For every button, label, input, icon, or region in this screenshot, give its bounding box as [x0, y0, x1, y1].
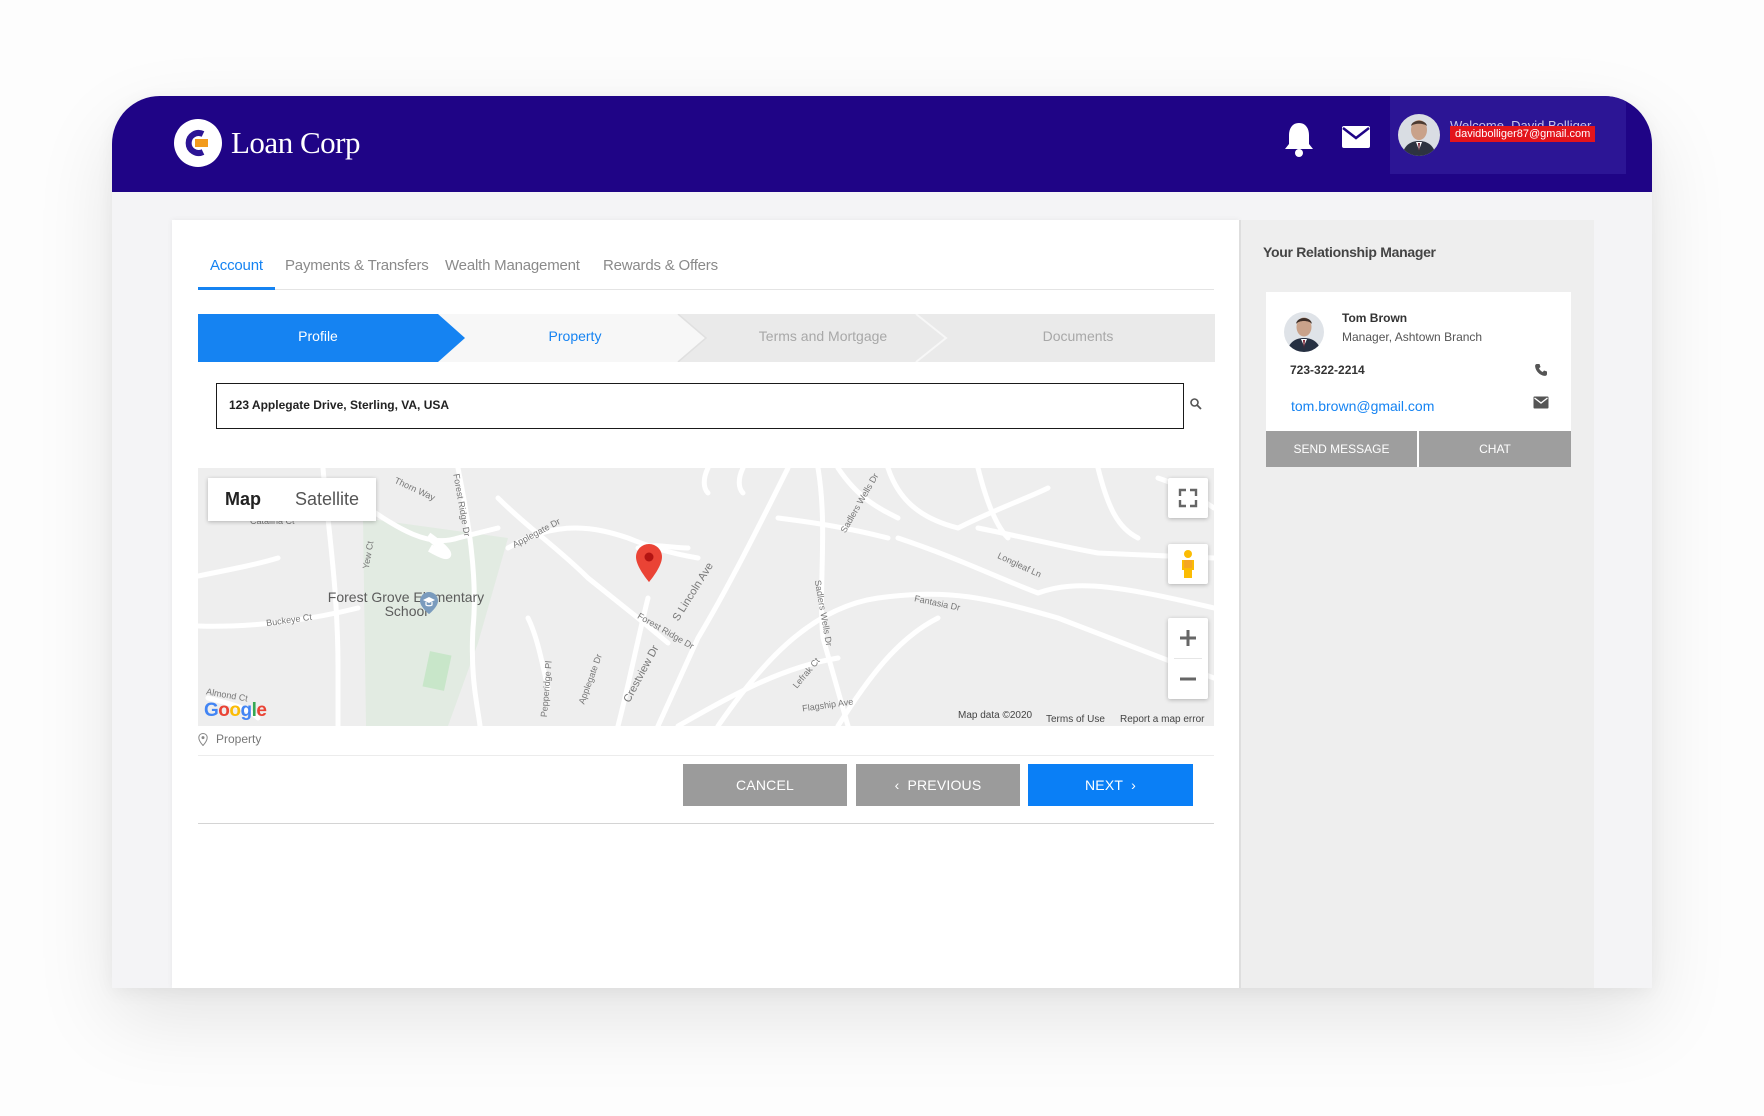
tab-wealth-management[interactable]: Wealth Management [445, 257, 580, 289]
stage: Loan Corp davidbolliger87@gmail.com Acco… [0, 0, 1764, 1116]
divider [198, 755, 1214, 756]
manager-name: Tom Brown [1342, 311, 1408, 325]
zoom-control [1168, 618, 1208, 699]
envelope-icon[interactable] [1533, 396, 1549, 409]
map-view[interactable]: Thorn Way Forest Ridge Dr Applegate Dr Y… [198, 468, 1214, 726]
divider [198, 823, 1214, 824]
chat-button[interactable]: CHAT [1419, 431, 1571, 467]
fullscreen-icon [1178, 488, 1198, 508]
location-icon [198, 732, 208, 746]
tab-payments-transfers[interactable]: Payments & Transfers [285, 257, 429, 289]
tab-bar: Account Payments & Transfers Wealth Mana… [198, 257, 1214, 290]
map-attribution-data: Map data ©2020 [958, 710, 1033, 721]
previous-label: PREVIOUS [907, 777, 982, 793]
step-property[interactable]: Property [460, 328, 690, 344]
previous-button[interactable]: ‹ PREVIOUS [856, 764, 1020, 806]
user-menu[interactable]: Welcome, David Bolliger davidbolliger87@… [1390, 96, 1626, 174]
tab-account[interactable]: Account [198, 257, 275, 290]
main-panel: Account Payments & Transfers Wealth Mana… [172, 220, 1239, 988]
map-type-toggle: Map Satellite [208, 478, 377, 521]
fullscreen-button[interactable] [1168, 478, 1208, 518]
legend-label: Property [216, 732, 262, 746]
school-marker-icon[interactable] [420, 592, 438, 614]
manager-email-link[interactable]: tom.brown@gmail.com [1291, 398, 1434, 414]
relationship-manager-panel: Your Relationship Manager Tom Brown Mana… [1239, 220, 1594, 988]
top-bar: Loan Corp davidbolliger87@gmail.com [112, 96, 1652, 192]
map-report-error-link[interactable]: Report a map error [1120, 714, 1204, 725]
search-icon[interactable] [1189, 397, 1203, 411]
step-documents[interactable]: Documents [958, 328, 1198, 344]
section-title: Your Relationship Manager [1263, 244, 1436, 260]
progress-steps: Profile Property Terms and Mortgage Docu… [198, 314, 1215, 362]
zoom-in-icon[interactable] [1168, 618, 1208, 658]
next-button[interactable]: NEXT › [1028, 764, 1193, 806]
brand-name: Loan Corp [231, 125, 360, 160]
app-window: Loan Corp davidbolliger87@gmail.com Acco… [112, 96, 1652, 988]
cancel-button[interactable]: CANCEL [683, 764, 847, 806]
next-label: NEXT [1084, 777, 1124, 793]
manager-phone: 723-322-2214 [1290, 363, 1365, 377]
step-terms-mortgage[interactable]: Terms and Mortgage [708, 328, 938, 344]
step-profile[interactable]: Profile [198, 328, 438, 344]
chevron-right-icon: › [1131, 777, 1136, 793]
street-view-button[interactable] [1168, 544, 1208, 584]
address-field[interactable] [216, 383, 1184, 429]
user-avatar [1398, 114, 1440, 156]
manager-role: Manager, Ashtown Branch [1342, 330, 1483, 344]
tab-rewards-offers[interactable]: Rewards & Offers [603, 257, 718, 289]
google-logo: Google [204, 700, 267, 721]
bell-icon[interactable] [1282, 120, 1316, 158]
pegman-icon [1182, 550, 1194, 578]
map-type-satellite[interactable]: Satellite [278, 478, 376, 521]
send-message-button[interactable]: SEND MESSAGE [1266, 431, 1417, 467]
phone-icon[interactable] [1534, 363, 1548, 377]
map-pin-icon[interactable] [636, 544, 662, 582]
user-email-badge: davidbolliger87@gmail.com [1450, 126, 1596, 142]
map-legend: Property [198, 730, 261, 748]
zoom-out-icon[interactable] [1168, 659, 1208, 699]
logo-mark-icon [174, 119, 222, 167]
map-terms-link[interactable]: Terms of Use [1046, 714, 1105, 725]
poi-school-label[interactable]: Forest Grove Elementary School [326, 590, 486, 618]
manager-card: Tom Brown Manager, Ashtown Branch 723-32… [1266, 292, 1571, 467]
brand-logo[interactable]: Loan Corp [173, 118, 360, 168]
mail-icon[interactable] [1341, 124, 1371, 150]
manager-avatar [1284, 312, 1324, 352]
chevron-left-icon: ‹ [894, 777, 900, 793]
address-input[interactable] [229, 398, 1129, 412]
map-type-map[interactable]: Map [208, 478, 278, 521]
